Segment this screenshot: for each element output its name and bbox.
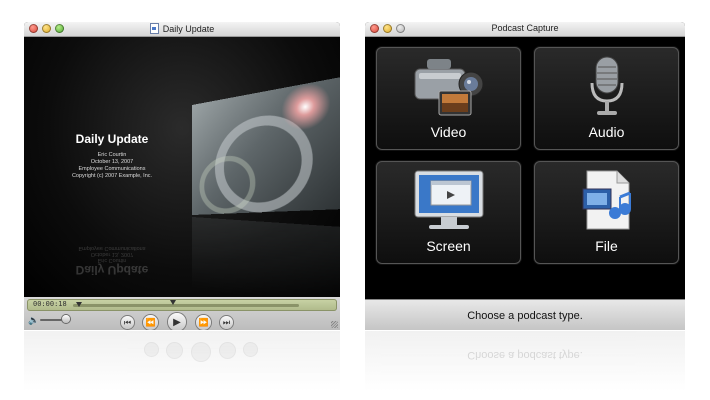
timeline-track[interactable] xyxy=(73,304,299,307)
rewind-icon: ⏪ xyxy=(145,318,156,327)
video-tile-label: Video xyxy=(430,124,467,140)
capture-reflection: Choose a podcast type. xyxy=(365,331,685,391)
microphone-icon xyxy=(590,56,623,115)
podcast-type-grid: Video Audio Screen File xyxy=(365,37,685,299)
skip-back-button[interactable]: ⏮ xyxy=(121,316,134,329)
video-tile[interactable]: Video xyxy=(376,47,521,150)
speaker-icon[interactable]: 🔈 xyxy=(28,315,39,326)
audio-tile[interactable]: Audio xyxy=(534,47,679,150)
media-file-icon xyxy=(582,170,631,230)
audio-tile-label: Audio xyxy=(588,124,625,140)
player-window-title: Daily Update xyxy=(24,23,340,34)
lens-image-panel xyxy=(192,75,340,215)
player-controls: 00:00:18 🔈 ⏮ ⏪ ▶ ⏩ ⏭ xyxy=(24,297,340,330)
slide-reflection: Daily Update Eric Courtin October 13, 20… xyxy=(75,245,149,277)
play-button[interactable]: ▶ xyxy=(168,313,186,330)
timeline-marker[interactable] xyxy=(170,300,176,305)
resize-grip[interactable] xyxy=(331,321,338,328)
status-bar: Choose a podcast type. xyxy=(365,299,685,330)
capture-window: Podcast Capture Video Audio Screen File … xyxy=(365,22,685,330)
timeline[interactable]: 00:00:18 xyxy=(27,299,337,311)
screen-tile[interactable]: Screen xyxy=(376,161,521,264)
lens-panel-reflection xyxy=(192,217,340,297)
skip-forward-icon: ⏭ xyxy=(222,317,231,327)
skip-back-icon: ⏮ xyxy=(123,317,132,327)
fast-forward-button[interactable]: ⏩ xyxy=(196,315,211,330)
fast-forward-icon: ⏩ xyxy=(198,318,209,327)
timecode: 00:00:18 xyxy=(33,300,67,308)
volume-knob[interactable] xyxy=(62,315,70,323)
file-tile[interactable]: File xyxy=(534,161,679,264)
slide-department: Employee Communications xyxy=(78,166,146,172)
slide-author: Eric Courtin xyxy=(97,152,127,158)
playhead[interactable] xyxy=(76,302,82,307)
file-tile-label: File xyxy=(595,238,618,254)
rewind-button[interactable]: ⏪ xyxy=(143,315,158,330)
status-message: Choose a podcast type. xyxy=(467,310,583,322)
capture-titlebar[interactable]: Podcast Capture xyxy=(365,22,685,37)
monitor-icon xyxy=(414,170,483,229)
player-window: Daily Update Daily Update Eric Courtin O… xyxy=(24,22,340,330)
screen-tile-label: Screen xyxy=(426,238,471,254)
skip-forward-button[interactable]: ⏭ xyxy=(220,316,233,329)
capture-window-title: Podcast Capture xyxy=(491,23,559,33)
video-camera-icon xyxy=(414,59,483,116)
slide-date: October 13, 2007 xyxy=(90,159,134,165)
slide-title: Daily Update xyxy=(75,132,149,146)
player-reflection xyxy=(24,331,340,391)
play-icon: ▶ xyxy=(173,316,181,328)
video-area[interactable]: Daily Update Eric Courtin October 13, 20… xyxy=(24,37,340,297)
status-message-reflection: Choose a podcast type. xyxy=(467,349,583,361)
player-titlebar[interactable]: Daily Update xyxy=(24,22,340,37)
slide-copyright: Copyright (c) 2007 Example, Inc. xyxy=(71,173,153,179)
document-icon xyxy=(149,23,159,34)
lens-flare xyxy=(281,79,331,134)
